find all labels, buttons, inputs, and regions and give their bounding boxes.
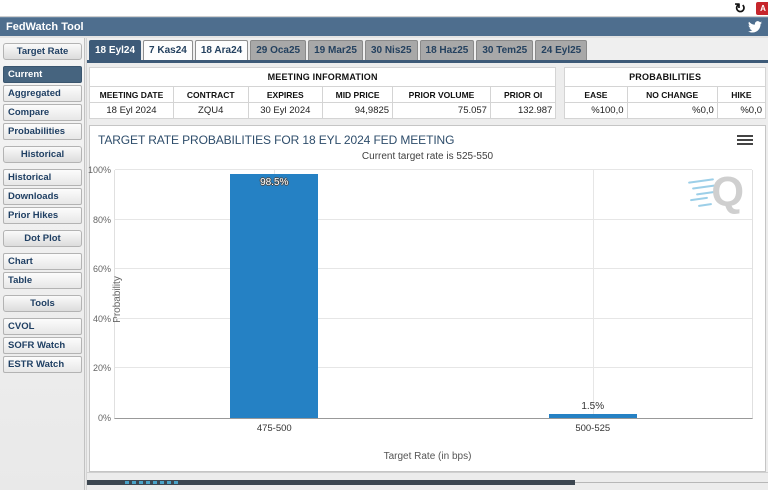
- bar-500-525[interactable]: 1.5%: [549, 414, 637, 418]
- sidebar-section-target-rate[interactable]: Target Rate: [3, 43, 82, 60]
- cell-expires: 30 Eyl 2024: [248, 103, 323, 119]
- y-tick-label: 40%: [93, 314, 111, 324]
- cell-prior-volume: 75.057: [393, 103, 491, 119]
- sidebar-item-cvol[interactable]: CVOL: [3, 318, 82, 335]
- sidebar-item-aggregated[interactable]: Aggregated: [3, 85, 82, 102]
- column-header: PRIOR VOLUME: [393, 87, 491, 103]
- header-bar: FedWatch Tool: [0, 17, 768, 36]
- tab-30-nis25[interactable]: 30 Nis25: [365, 40, 418, 60]
- column-header: MID PRICE: [323, 87, 393, 103]
- cell-mid-price: 94,9825: [323, 103, 393, 119]
- app-title: FedWatch Tool: [6, 21, 84, 33]
- y-gridline: [115, 169, 752, 170]
- tab-18-eyl24[interactable]: 18 Eyl24: [89, 40, 141, 60]
- sidebar-item-compare[interactable]: Compare: [3, 104, 82, 121]
- y-gridline: [115, 268, 752, 269]
- meeting-info-table: MEETING INFORMATIONMEETING DATECONTRACTE…: [89, 67, 556, 119]
- column-header: MEETING DATE: [90, 87, 174, 103]
- bar-value-label: 98.5%: [230, 177, 318, 188]
- sidebar-section-tools[interactable]: Tools: [3, 295, 82, 312]
- y-tick-label: 0%: [98, 413, 111, 423]
- twitter-icon[interactable]: [748, 21, 762, 33]
- quikstrike-watermark-icon: Q: [688, 170, 744, 216]
- x-axis-title: Target Rate (in bps): [90, 451, 765, 462]
- column-header: PRIOR OI: [490, 87, 555, 103]
- sidebar: Target Rate Current Aggregated Compare Proba…: [0, 38, 84, 490]
- y-tick-label: 100%: [88, 165, 111, 175]
- bottom-strip: [87, 472, 768, 490]
- column-header: EASE: [565, 87, 627, 103]
- sidebar-item-probabilities[interactable]: Probabilities: [3, 123, 82, 140]
- sidebar-item-sofr-watch[interactable]: SOFR Watch: [3, 337, 82, 354]
- cell-hike: %0,0: [717, 103, 765, 119]
- meeting-tabs: 18 Eyl247 Kas2418 Ara2429 Oca2519 Mar253…: [87, 38, 768, 60]
- bottom-line: [575, 482, 768, 483]
- column-header: EXPIRES: [248, 87, 323, 103]
- bar-value-label: 1.5%: [549, 401, 637, 412]
- sidebar-item-chart[interactable]: Chart: [3, 253, 82, 270]
- sidebar-item-downloads[interactable]: Downloads: [3, 188, 82, 205]
- next-section-edge-dashes: [125, 481, 181, 484]
- sidebar-item-current[interactable]: Current: [3, 66, 82, 83]
- chart-menu-icon[interactable]: [737, 135, 753, 147]
- cell-prior-oi: 132.987: [490, 103, 555, 119]
- sidebar-section-dot-plot[interactable]: Dot Plot: [3, 230, 82, 247]
- tab-30-tem25[interactable]: 30 Tem25: [476, 40, 533, 60]
- column-header: NO CHANGE: [627, 87, 717, 103]
- sidebar-section-historical[interactable]: Historical: [3, 146, 82, 163]
- x-category-label: 475-500: [257, 423, 292, 434]
- column-header: CONTRACT: [173, 87, 248, 103]
- cell-meeting-date: 18 Eyl 2024: [90, 103, 174, 119]
- content-area: 18 Eyl247 Kas2418 Ara2429 Oca2519 Mar253…: [87, 38, 768, 490]
- y-tick-label: 60%: [93, 264, 111, 274]
- tab-19-mar25[interactable]: 19 Mar25: [308, 40, 363, 60]
- x-gridline: [593, 170, 594, 418]
- tab-18-haz25[interactable]: 18 Haz25: [420, 40, 475, 60]
- y-gridline: [115, 219, 752, 220]
- probabilities-table: PROBABILITIESEASENO CHANGEHIKE%100,0%0,0…: [564, 67, 766, 119]
- y-gridline: [115, 318, 752, 319]
- y-tick-label: 20%: [93, 363, 111, 373]
- bar-475-500[interactable]: 98.5%: [230, 174, 318, 418]
- cell-contract: ZQU4: [173, 103, 248, 119]
- chart-panel: TARGET RATE PROBABILITIES FOR 18 EYL 202…: [89, 125, 766, 472]
- cell-ease: %100,0: [565, 103, 627, 119]
- x-category-label: 500-525: [575, 423, 610, 434]
- browser-toolbar: ↻ A: [0, 0, 768, 17]
- pdf-icon[interactable]: A: [756, 2, 768, 15]
- column-header: HIKE: [717, 87, 765, 103]
- sidebar-item-historical[interactable]: Historical: [3, 169, 82, 186]
- tab-24-eyl25[interactable]: 24 Eyl25: [535, 40, 587, 60]
- table-group-header: MEETING INFORMATION: [90, 68, 556, 87]
- cell-no-change: %0,0: [627, 103, 717, 119]
- fedwatch-window: ↻ A FedWatch Tool Target Rate Current Aggr…: [0, 0, 768, 490]
- sidebar-item-estr-watch[interactable]: ESTR Watch: [3, 356, 82, 373]
- tab-18-ara24[interactable]: 18 Ara24: [195, 40, 248, 60]
- sidebar-item-table[interactable]: Table: [3, 272, 82, 289]
- tab-29-oca25[interactable]: 29 Oca25: [250, 40, 306, 60]
- bar-chart-plot: Probability Q 0%20%40%60%80%100%98.5%475…: [114, 170, 753, 419]
- chart-subtitle: Current target rate is 525-550: [90, 151, 765, 162]
- chart-title: TARGET RATE PROBABILITIES FOR 18 EYL 202…: [98, 133, 454, 147]
- refresh-icon[interactable]: ↻: [734, 0, 746, 16]
- tab-7-kas24[interactable]: 7 Kas24: [143, 40, 193, 60]
- sidebar-item-prior-hikes[interactable]: Prior Hikes: [3, 207, 82, 224]
- y-gridline: [115, 367, 752, 368]
- table-group-header: PROBABILITIES: [565, 68, 766, 87]
- y-tick-label: 80%: [93, 215, 111, 225]
- y-axis-title: Probability: [112, 276, 123, 323]
